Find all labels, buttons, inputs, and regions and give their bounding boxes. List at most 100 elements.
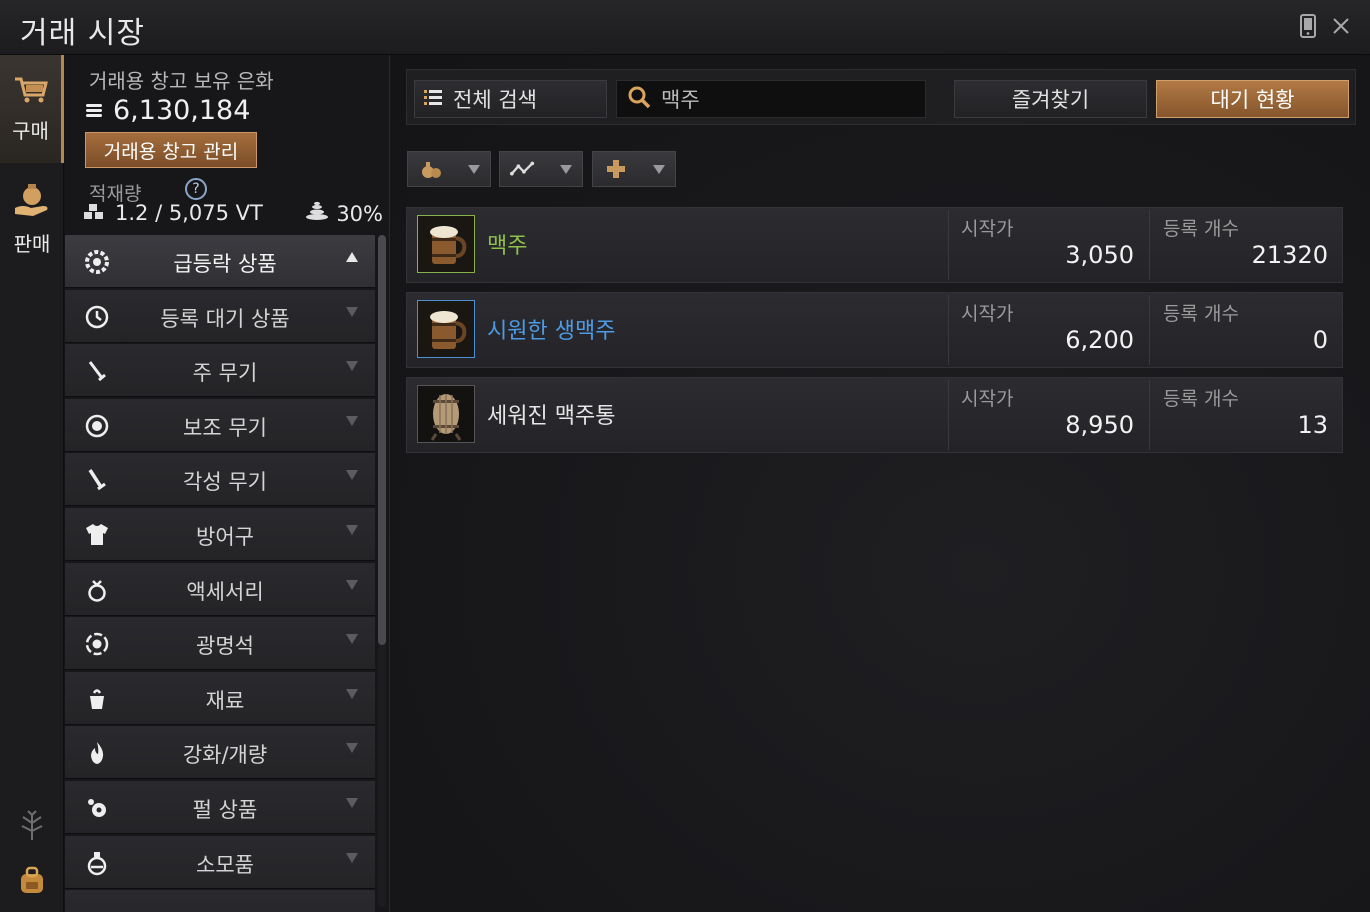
window-title: 거래 시장	[20, 16, 145, 51]
category-label: 강화/개량	[182, 743, 268, 768]
chevron-down-icon	[346, 361, 358, 372]
item-name: 맥주	[487, 234, 528, 259]
base-price-label: 시작가	[961, 388, 1014, 410]
chevron-up-icon	[346, 252, 358, 262]
filter-dropdown-trend[interactable]	[499, 151, 583, 187]
help-icon[interactable]: ?	[185, 178, 207, 200]
category-accessory[interactable]: 액세서리	[65, 562, 375, 616]
main-panel: 전체 검색 맥주 즐겨찾기 대기 현황 맥주 시작가 3,050 등록 개수 2…	[391, 55, 1370, 912]
pearl-icon	[83, 794, 111, 822]
category-consumable[interactable]: 소모품	[65, 835, 375, 889]
listed-count-label: 등록 개수	[1163, 303, 1239, 325]
divider	[948, 380, 949, 450]
weight-icon	[83, 201, 105, 225]
category-label: 소모품	[196, 852, 254, 877]
category-label: 급등락 상품	[173, 252, 277, 276]
sword-icon	[83, 357, 111, 385]
search-icon	[627, 85, 651, 114]
all-search-button[interactable]: 전체 검색	[414, 80, 607, 118]
category-label: 광명석	[196, 634, 254, 659]
category-enhance[interactable]: 강화/개량	[65, 726, 375, 780]
category-scrollbar[interactable]	[378, 235, 386, 907]
favorites-button[interactable]: 즐겨찾기	[954, 80, 1147, 118]
category-armor[interactable]: 방어구	[65, 507, 375, 561]
category-more[interactable]	[65, 890, 375, 912]
listed-count-label: 등록 개수	[1163, 388, 1239, 410]
category-sub-weapon[interactable]: 보조 무기	[65, 398, 375, 452]
item-row[interactable]: 세워진 맥주통 시작가 8,950 등록 개수 13	[406, 377, 1343, 453]
backpack-icon[interactable]	[17, 865, 47, 895]
waiting-status-button[interactable]: 대기 현황	[1156, 80, 1349, 118]
side-rail: 구매 판매	[0, 55, 64, 912]
chevron-down-icon	[346, 634, 358, 645]
divider	[948, 295, 949, 365]
material-icon	[83, 685, 111, 713]
flower-gear-icon	[83, 248, 111, 276]
chevron-down-icon	[346, 579, 358, 590]
filter-dropdown-plus[interactable]	[592, 151, 676, 187]
ring-icon	[83, 576, 111, 604]
divider	[948, 210, 949, 280]
category-pending[interactable]: 등록 대기 상품	[65, 289, 375, 343]
crystal-icon	[83, 630, 111, 658]
weight-row: 1.2 / 5,075 VT 30%	[83, 201, 383, 226]
base-price: 8,950	[1065, 411, 1134, 439]
flame-icon	[83, 739, 111, 767]
category-label: 각성 무기	[183, 470, 267, 495]
base-price-label: 시작가	[961, 303, 1014, 325]
category-label: 등록 대기 상품	[160, 306, 290, 331]
armor-icon	[83, 521, 111, 549]
listed-count: 21320	[1251, 241, 1328, 269]
bag-icon	[418, 158, 444, 180]
category-crystal[interactable]: 광명석	[65, 617, 375, 671]
chevron-down-icon	[346, 524, 358, 535]
tab-buy[interactable]: 구매	[0, 55, 64, 163]
divider	[1149, 210, 1150, 280]
category-label: 보조 무기	[183, 415, 267, 440]
search-input[interactable]: 맥주	[616, 80, 926, 118]
tree-icon[interactable]	[17, 810, 47, 840]
item-row[interactable]: 맥주 시작가 3,050 등록 개수 21320	[406, 207, 1343, 283]
chevron-down-icon	[346, 470, 358, 481]
weight-value: 1.2 / 5,075 VT	[115, 201, 263, 225]
listed-count: 0	[1312, 326, 1328, 354]
chevron-down-icon	[346, 852, 358, 863]
category-awakening-weapon[interactable]: 각성 무기	[65, 453, 375, 507]
cart-icon	[13, 75, 49, 109]
sword-icon	[83, 466, 111, 494]
silver-coin-icon	[85, 95, 103, 126]
shield-icon	[83, 412, 111, 440]
category-label: 주 무기	[192, 361, 258, 386]
category-hot-items[interactable]: 급등락 상품	[65, 235, 375, 288]
barrel-icon	[417, 385, 475, 443]
phone-icon[interactable]	[1294, 12, 1322, 40]
category-pearl[interactable]: 펄 상품	[65, 780, 375, 834]
item-name: 시원한 생맥주	[487, 319, 616, 344]
tab-buy-label: 구매	[12, 118, 49, 143]
silver-stack-icon	[304, 201, 330, 226]
filter-dropdown-bag[interactable]	[407, 151, 491, 187]
tab-sell[interactable]: 판매	[0, 165, 64, 273]
search-query: 맥주	[661, 88, 700, 112]
category-label: 액세서리	[186, 579, 264, 604]
category-list: 급등락 상품 등록 대기 상품 주 무기 보조 무기 각성 무기 방어구 액세서…	[65, 235, 375, 912]
title-bar: 거래 시장	[0, 0, 1370, 55]
category-material[interactable]: 재료	[65, 671, 375, 725]
item-row[interactable]: 시원한 생맥주 시작가 6,200 등록 개수 0	[406, 292, 1343, 368]
category-main-weapon[interactable]: 주 무기	[65, 344, 375, 398]
scroll-thumb[interactable]	[378, 235, 386, 645]
chevron-down-icon	[468, 165, 480, 174]
base-price: 3,050	[1065, 241, 1134, 269]
item-name: 세워진 맥주통	[487, 404, 616, 429]
trend-icon	[510, 158, 536, 180]
warehouse-manage-button[interactable]: 거래용 창고 관리	[85, 132, 257, 168]
silver-amount-row: 6,130,184	[85, 95, 250, 126]
potion-icon	[83, 849, 111, 877]
base-price: 6,200	[1065, 326, 1134, 354]
chevron-down-icon	[346, 797, 358, 808]
weight-percent: 30%	[336, 201, 383, 226]
list-icon	[423, 87, 443, 111]
silver-amount: 6,130,184	[113, 95, 251, 126]
chevron-down-icon	[346, 306, 358, 317]
close-icon[interactable]	[1327, 12, 1355, 40]
